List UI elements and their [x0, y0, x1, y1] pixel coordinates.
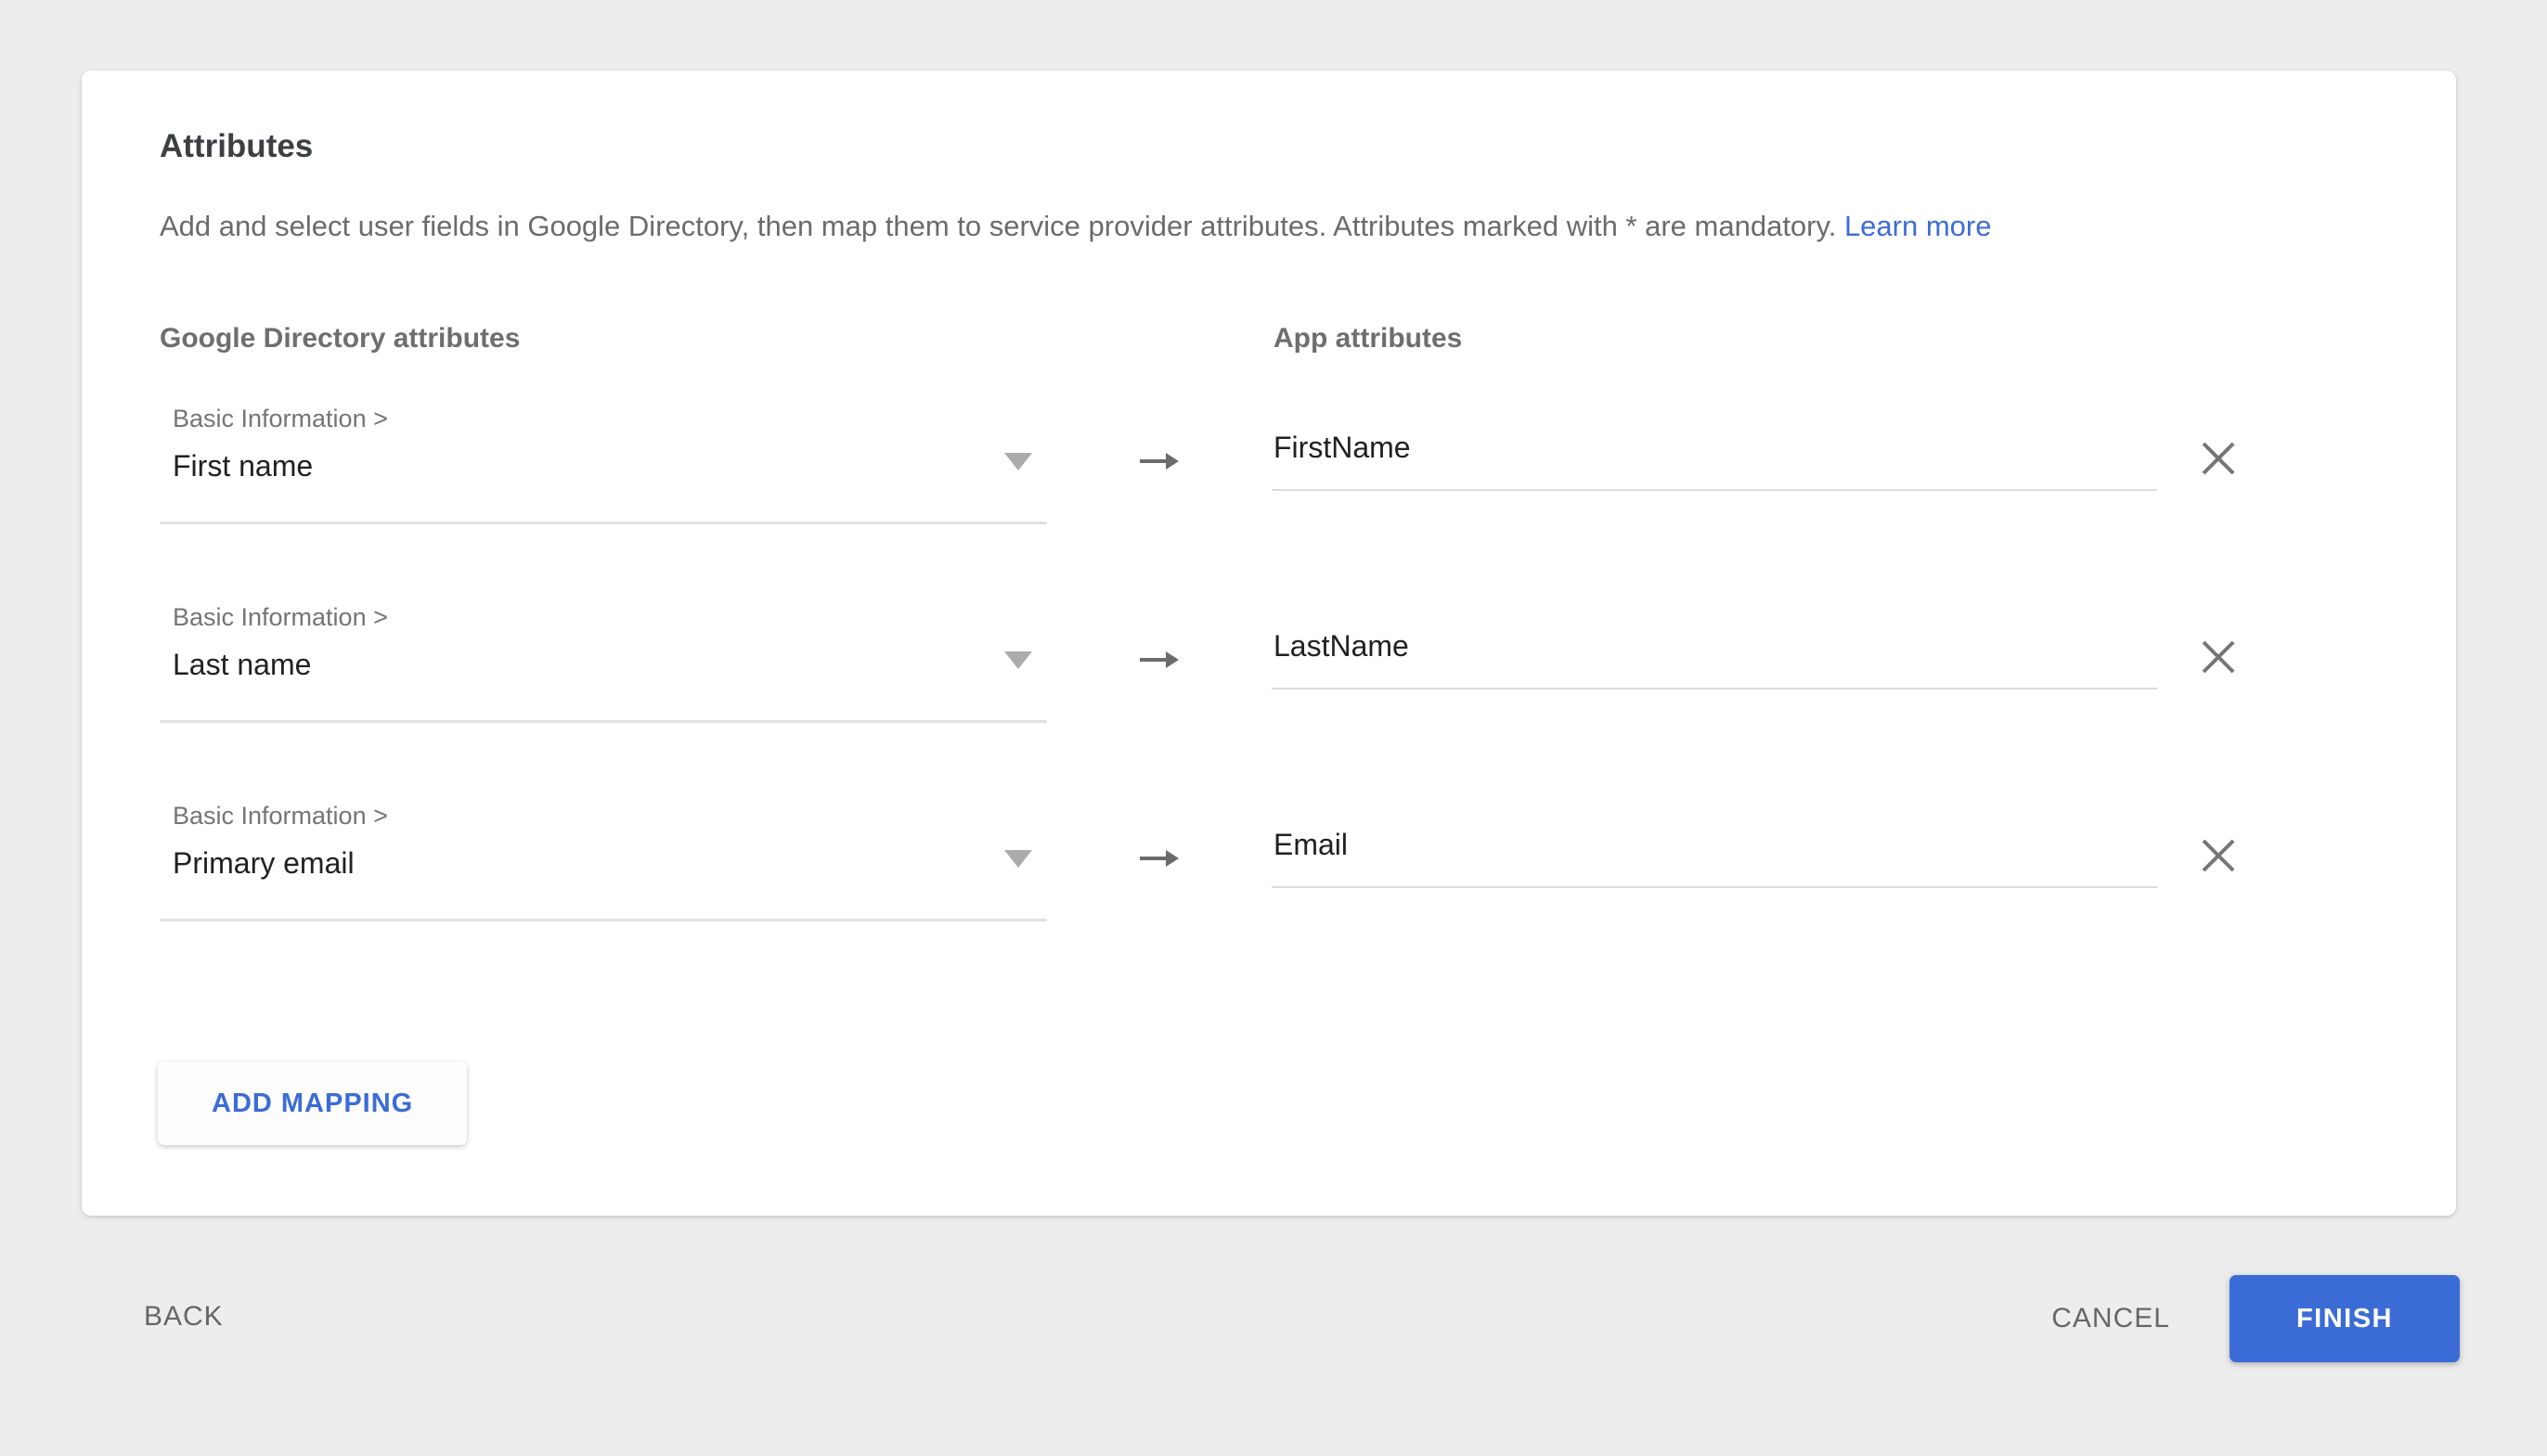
attribute-category-label: Basic Information >	[173, 405, 388, 433]
dropdown-arrow-icon	[1004, 850, 1032, 868]
app-attribute-input[interactable]	[1272, 629, 2157, 689]
dropdown-underline	[160, 919, 1047, 921]
back-button[interactable]: BACK	[144, 1301, 224, 1333]
remove-mapping-button[interactable]	[2196, 833, 2241, 878]
close-icon	[2196, 833, 2241, 878]
column-header-google-directory: Google Directory attributes	[160, 323, 520, 354]
page-title: Attributes	[160, 128, 313, 165]
dropdown-underline	[160, 720, 1047, 723]
cancel-button[interactable]: CANCEL	[2051, 1303, 2170, 1334]
app-attribute-input[interactable]	[1272, 431, 2157, 491]
google-attribute-value: Last name	[173, 648, 311, 682]
finish-button[interactable]: FINISH	[2230, 1275, 2460, 1362]
attribute-category-label: Basic Information >	[173, 802, 388, 831]
attribute-category-label: Basic Information >	[173, 603, 388, 632]
google-attribute-dropdown-last-name[interactable]: Basic Information > Last name	[160, 603, 1047, 742]
footer-actions: CANCEL FINISH	[2051, 1275, 2460, 1362]
google-attribute-value: First name	[173, 449, 313, 483]
dropdown-underline	[160, 522, 1047, 524]
map-arrow-icon	[1138, 447, 1181, 475]
close-icon	[2196, 436, 2241, 481]
map-arrow-icon	[1138, 844, 1181, 872]
description-text: Add and select user fields in Google Dir…	[160, 210, 2387, 243]
mapping-row: Basic Information > First name	[160, 405, 2378, 603]
google-attribute-dropdown-primary-email[interactable]: Basic Information > Primary email	[160, 802, 1047, 941]
learn-more-link[interactable]: Learn more	[1844, 210, 1992, 242]
column-header-app-attributes: App attributes	[1274, 323, 1462, 354]
close-icon	[2196, 635, 2241, 679]
remove-mapping-button[interactable]	[2196, 436, 2241, 481]
remove-mapping-button[interactable]	[2196, 635, 2241, 679]
google-attribute-value: Primary email	[173, 846, 355, 881]
dropdown-arrow-icon	[1004, 453, 1032, 470]
attributes-card: Attributes Add and select user fields in…	[82, 71, 2456, 1216]
add-mapping-button[interactable]: ADD MAPPING	[158, 1062, 467, 1145]
app-attribute-input[interactable]	[1272, 828, 2157, 888]
mapping-row: Basic Information > Primary email	[160, 802, 2378, 1000]
dropdown-arrow-icon	[1004, 651, 1032, 669]
map-arrow-icon	[1138, 646, 1181, 674]
google-attribute-dropdown-first-name[interactable]: Basic Information > First name	[160, 405, 1047, 544]
mapping-row: Basic Information > Last name	[160, 603, 2378, 802]
description-body: Add and select user fields in Google Dir…	[160, 210, 1836, 242]
